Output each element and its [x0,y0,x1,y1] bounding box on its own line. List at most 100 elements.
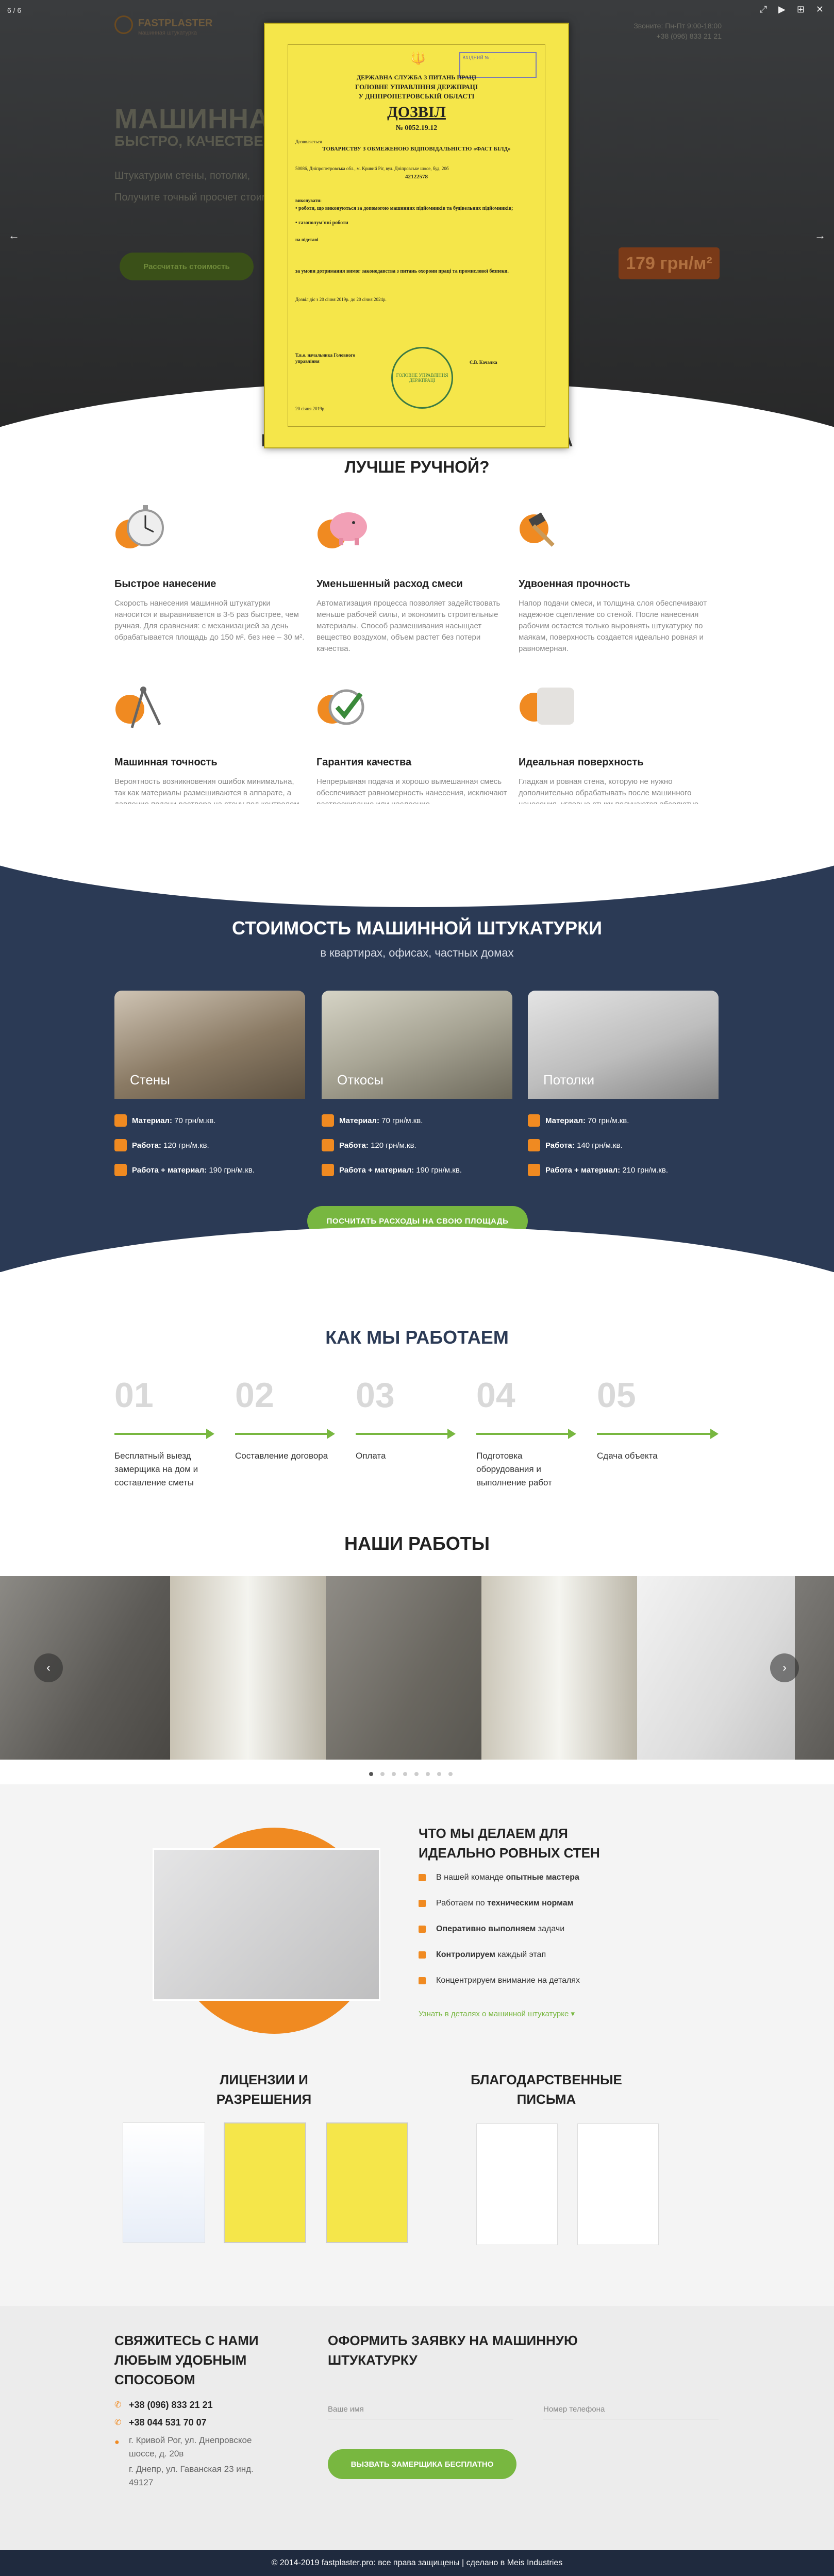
play-icon[interactable]: ▶ [778,4,786,15]
phone-input[interactable]: Номер телефона [543,2405,719,2419]
works-next-button[interactable]: › [770,1653,799,1682]
pagination-dot[interactable] [414,1772,419,1776]
license-work-2: • газополум'яні роботи [295,220,348,226]
clock-icon [419,1926,426,1933]
hero-cta-button[interactable]: Рассчитать стоимость [120,253,254,280]
pagination-dot[interactable] [403,1772,407,1776]
ideal-item-text: Концентрируем внимание на деталях [436,1976,580,1985]
zoom-icon[interactable]: ⤢ [760,4,767,15]
phone-2[interactable]: +38 044 531 70 07 [129,2417,207,2428]
pagination-dot[interactable] [437,1772,441,1776]
pagination-dot[interactable] [426,1772,430,1776]
ideal-item-bold: опытные мастера [506,1873,579,1882]
our-works-title: НАШИ РАБОТЫ [344,1533,490,1554]
feature-precision [114,678,171,738]
header-contact: Звоните: Пн-Пт 9:00-18:00 +38 (096) 833 … [598,21,722,41]
price-work: Работа: 120 грн/м.кв. [132,1141,209,1150]
material-icon [322,1114,334,1127]
ideal-item: Контролируем каждый этап [436,1950,546,1960]
request-form-title: ОФОРМИТЬ ЗАЯВКУ НА МАШИННУЮ ШТУКАТУРКУ [328,2333,578,2368]
call-measurer-button[interactable]: ВЫЗВАТЬ ЗАМЕРЩИКА БЕСПЛАТНО [328,2449,516,2479]
norms-icon [419,1900,426,1907]
ideal-item-text: каждый этап [495,1950,546,1959]
step-number: 02 [235,1376,274,1415]
feature-title: Быстрое нанесение [114,578,216,590]
work-photo[interactable] [170,1576,326,1760]
phone-icon: ✆ [114,2418,122,2427]
learn-more-text[interactable]: Узнать в деталях о машинной штукатурке [419,2010,569,2018]
price-key: Работа: [339,1141,369,1150]
lightbox-next-icon[interactable]: → [814,229,826,242]
price-value: 190 грн/м.кв. [416,1166,462,1175]
price-material: Материал: 70 грн/м.кв. [339,1116,423,1125]
works-pagination [369,1772,453,1776]
name-input[interactable]: Ваше имя [328,2405,513,2419]
license-thumbnail[interactable] [326,2122,408,2243]
license-conditions: за умови дотримання вимог законодавства … [295,269,509,274]
work-photo[interactable] [326,1576,481,1760]
price-value: 140 грн/м.кв. [577,1141,623,1150]
step-number: 04 [476,1376,515,1415]
price-both: Работа + материал: 190 грн/м.кв. [339,1166,462,1175]
license-thumbnail[interactable] [224,2122,306,2243]
price-value: 120 грн/м.кв. [371,1141,416,1150]
price-key: Работа + материал: [339,1166,414,1175]
step-number: 05 [597,1376,636,1415]
license-thumbnail[interactable] [123,2122,205,2243]
price-key: Работа + материал: [132,1166,207,1175]
step-number: 01 [114,1376,154,1415]
license-allowed: Дозволяється [295,139,322,144]
license-address: 50086, Дніпропетровська обл., м. Кривий … [295,166,449,171]
material-icon [114,1114,127,1127]
chevron-down-icon: ▾ [571,2010,575,2018]
logo-icon[interactable] [114,15,133,34]
step-number: 03 [356,1376,395,1415]
price-value: 190 грн/м.кв. [209,1166,255,1175]
letter-thumbnail[interactable] [577,2123,659,2245]
pagination-dot[interactable] [369,1772,373,1776]
price-value: 120 грн/м.кв. [163,1141,209,1150]
pagination-dot[interactable] [392,1772,396,1776]
material-icon [528,1114,540,1127]
work-photo[interactable] [0,1576,170,1760]
works-prev-button[interactable]: ‹ [34,1653,63,1682]
logo-title[interactable]: FASTPLASTER [138,18,212,29]
step-arrow-line [235,1433,327,1435]
arrow-right-icon [568,1429,576,1439]
license-document-image: ВХІДНИЙ № .... 🔱 ДЕРЖАВНА СЛУЖБА З ПИТАН… [264,23,569,448]
copyright-bar: © 2014-2019 fastplaster.pro: все права з… [0,2550,834,2576]
worker-icon [528,1139,540,1151]
close-icon[interactable]: ✕ [816,4,824,15]
price-both: Работа + материал: 190 грн/м.кв. [132,1166,255,1175]
header-phone[interactable]: +38 (096) 833 21 21 [598,31,722,41]
feature-economy [316,498,373,557]
license-region: У ДНІПРОПЕТРОВСЬКІЙ ОБЛАСТІ [358,92,475,100]
feature-strength [519,498,575,557]
contact-title: СВЯЖИТЕСЬ С НАМИ ЛЮБЫМ УДОБНЫМ СПОСОБОМ [114,2333,259,2387]
address-1: г. Кривой Рог, ул. Днепровское шоссе, д.… [129,2435,252,2458]
phone-1[interactable]: +38 (096) 833 21 21 [129,2400,213,2411]
letter-thumbnail[interactable] [476,2123,558,2245]
compass-icon [115,687,161,728]
arrow-right-icon [447,1429,456,1439]
control-icon [419,1951,426,1959]
lightbox-prev-icon[interactable]: ← [8,229,20,242]
price-work: Работа: 140 грн/м.кв. [545,1141,623,1150]
map-pin-icon: ● [114,2438,120,2447]
license-seal: ГОЛОВНЕ УПРАВЛІННЯ ДЕРЖПРАЦІ [391,347,453,409]
license-work-1: • роботи, що виконуються за допомогою ма… [295,206,513,211]
phone-icon: ✆ [114,2401,122,2410]
thumbnails-icon[interactable]: ⊞ [797,4,805,15]
step-arrow-line [597,1433,710,1435]
pagination-dot[interactable] [448,1772,453,1776]
work-photo[interactable] [481,1576,637,1760]
license-dept: ГОЛОВНЕ УПРАВЛІННЯ ДЕРЖПРАЦІ [355,83,478,91]
learn-more-link[interactable]: Узнать в деталях о машинной штукатурке ▾ [419,2009,575,2018]
work-photo[interactable] [795,1576,834,1760]
worker-icon [322,1139,334,1151]
price-card-label: Потолки [543,1072,595,1088]
pagination-dot[interactable] [380,1772,385,1776]
feature-surface [519,678,575,738]
price-material: Материал: 70 грн/м.кв. [132,1116,215,1125]
price-key: Работа: [132,1141,161,1150]
